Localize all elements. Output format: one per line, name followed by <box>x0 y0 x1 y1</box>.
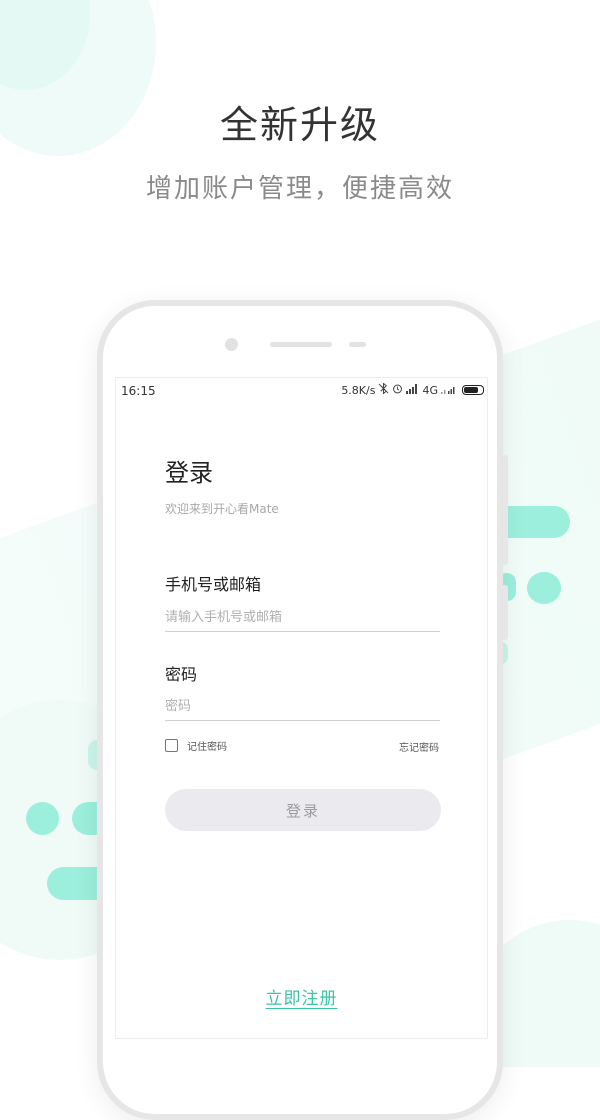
phone-screen: 16:15 5.8K/s 4G 登录 欢迎来到开心看Mate 手机号或邮箱 密码 <box>115 377 488 1039</box>
remember-checkbox[interactable] <box>165 739 178 752</box>
password-input[interactable] <box>165 692 440 721</box>
welcome-text: 欢迎来到开心看Mate <box>165 502 279 516</box>
login-title: 登录 <box>165 459 213 487</box>
top-left-circle-inner <box>0 0 90 90</box>
phone-side-button-lower <box>500 585 508 640</box>
signal-secondary-icon <box>441 384 455 397</box>
phone-speaker <box>270 342 332 347</box>
dot-left-b <box>26 802 59 835</box>
phone-side-button-upper <box>500 455 508 565</box>
forgot-password-link[interactable]: 忘记密码 <box>399 739 439 754</box>
remember-label: 记住密码 <box>187 742 227 753</box>
remember-password-toggle[interactable]: 记住密码 <box>165 738 227 753</box>
bluetooth-off-icon <box>378 382 389 397</box>
login-button[interactable]: 登录 <box>165 789 441 831</box>
alarm-icon <box>392 383 403 397</box>
signal-icon <box>406 383 419 397</box>
status-time: 16:15 <box>121 384 156 398</box>
network-type: 4G <box>422 383 438 397</box>
promo-headline: 全新升级 <box>219 103 380 147</box>
password-label: 密码 <box>165 665 198 684</box>
dot-right-b <box>527 572 561 604</box>
account-input[interactable] <box>165 603 440 632</box>
battery-icon <box>462 385 484 395</box>
status-bar: 16:15 5.8K/s 4G <box>116 378 487 404</box>
register-link[interactable]: 立即注册 <box>116 984 487 1009</box>
network-speed: 5.8K/s <box>341 383 376 397</box>
phone-camera <box>225 338 238 351</box>
battery-level <box>464 387 478 393</box>
account-label: 手机号或邮箱 <box>165 575 262 594</box>
phone-sensor <box>349 342 366 347</box>
promo-subline: 增加账户管理，便捷高效 <box>145 174 454 204</box>
status-icons: 5.8K/s 4G <box>341 382 484 397</box>
